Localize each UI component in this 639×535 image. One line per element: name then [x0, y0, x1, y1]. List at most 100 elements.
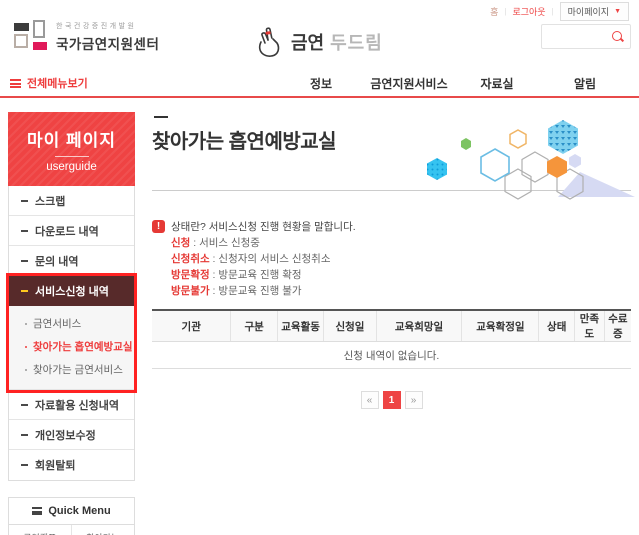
sidebar-submenu: 금연서비스 찾아가는 흡연예방교실 찾아가는 금연서비스	[9, 306, 134, 390]
highlight-annotation-box: 서비스신청 내역 금연서비스 찾아가는 흡연예방교실 찾아가는 금연서비스	[6, 273, 137, 393]
pagination-next-button[interactable]: »	[404, 391, 423, 409]
bullet-icon	[25, 368, 27, 371]
legend-item: 신청 : 서비스 신청중	[171, 235, 631, 251]
sidebar-item-edit-profile[interactable]: 개인정보수정	[9, 420, 134, 450]
hamburger-icon	[10, 78, 21, 88]
sidebar-menu: 스크랩 다운로드 내역 문의 내역 서비스신청 내역 금연서비스 찾아가는 흡연…	[6, 186, 137, 481]
search-icon[interactable]	[611, 30, 625, 44]
legend-intro-row: ! 상태란? 서비스신청 진행 현황을 말합니다.	[152, 219, 631, 235]
table-header-row: 기관 구분 교육활동 신청일 교육희망일 교육확정일 상태 만족도 수료증	[152, 310, 631, 342]
submenu-item-visiting-cessation-service[interactable]: 찾아가는 금연서비스	[9, 358, 134, 381]
divider: |	[504, 6, 507, 16]
col-certificate: 수료증	[603, 310, 631, 342]
page-title: 찾아가는 흡연예방교실	[152, 131, 337, 153]
sidebar-item-label: 문의 내역	[35, 255, 79, 268]
header: 한국건강증진개발원 국가금연지원센터 금연 두드림	[0, 18, 639, 68]
sidebar: 마이 페이지 userguide 스크랩 다운로드 내역 문의 내역 서비스신청…	[6, 112, 137, 535]
quick-item-visiting-service[interactable]: 찾아가는 금연서비스	[72, 525, 135, 535]
dash-icon	[21, 433, 28, 436]
legend-item: 방문확정 : 방문교육 진행 확정	[171, 267, 631, 283]
sidebar-item-scrap[interactable]: 스크랩	[9, 186, 134, 216]
brand-strong: 금연	[291, 33, 325, 53]
legend-item: 신청취소 : 신청자의 서비스 신청취소	[171, 251, 631, 267]
submenu-item-cessation-service[interactable]: 금연서비스	[9, 312, 134, 335]
submenu-item-label: 금연서비스	[33, 318, 82, 330]
col-preferred-date: 교육희망일	[375, 310, 462, 342]
chevron-down-icon: ▼	[614, 7, 621, 15]
main-content: 찾아가는 흡연예방교실 ! 상태란? 서비스신청 진행 현황을 말합니다. 신청…	[152, 112, 635, 535]
sidebar-title: 마이 페이지	[27, 131, 116, 150]
legend-term: 신청	[171, 237, 191, 249]
org-logo[interactable]: 한국건강증진개발원 국가금연지원센터	[14, 20, 159, 54]
legend-items: 신청 : 서비스 신청중 신청취소 : 신청자의 서비스 신청취소 방문확정 :…	[171, 235, 631, 299]
org-name: 국가금연지원센터	[56, 37, 160, 52]
legend-item: 방문불가 : 방문교육 진행 불가	[171, 283, 631, 299]
col-activity: 교육활동	[276, 310, 324, 342]
legend-term: 신청취소	[171, 253, 210, 265]
legend-sep: :	[190, 237, 200, 249]
sidebar-item-withdraw[interactable]: 회원탈퇴	[9, 450, 134, 480]
org-logo-icon	[14, 20, 48, 54]
request-list-table: 기관 구분 교육활동 신청일 교육희망일 교육확정일 상태 만족도 수료증 신청…	[152, 309, 631, 369]
divider	[54, 156, 89, 157]
sidebar-item-downloads[interactable]: 다운로드 내역	[9, 216, 134, 246]
legend-desc: 방문교육 진행 불가	[218, 285, 302, 297]
bullet-icon	[25, 322, 27, 325]
dash-icon	[21, 403, 28, 406]
nav-item-archive[interactable]: 자료실	[453, 75, 541, 92]
org-logo-text: 한국건강증진개발원 국가금연지원센터	[56, 21, 159, 53]
status-legend: ! 상태란? 서비스신청 진행 현황을 말합니다. 신청 : 서비스 신청중 신…	[152, 219, 631, 299]
search-input[interactable]	[542, 26, 611, 47]
nav-item-info[interactable]: 정보	[277, 75, 365, 92]
sidebar-item-material-requests[interactable]: 자료활용 신청내역	[9, 390, 134, 420]
table-empty-row: 신청 내역이 없습니다.	[152, 341, 631, 369]
page-title-block: 찾아가는 흡연예방교실	[152, 116, 635, 200]
logout-link[interactable]: 로그아웃	[512, 5, 545, 18]
dash-icon	[21, 289, 28, 292]
content: 마이 페이지 userguide 스크랩 다운로드 내역 문의 내역 서비스신청…	[0, 98, 639, 535]
dash-icon	[21, 259, 28, 262]
legend-desc: 서비스 신청중	[199, 237, 260, 249]
all-menu-button[interactable]: 전체메뉴보기	[10, 75, 88, 91]
quick-item-camp[interactable]: 금연캠프 (치료/일반)	[9, 525, 72, 535]
sidebar-item-label: 회원탈퇴	[35, 460, 76, 472]
nav-items: 정보 금연지원서비스 자료실 알림	[277, 75, 629, 92]
alert-icon: !	[152, 220, 165, 233]
sidebar-item-inquiries[interactable]: 문의 내역	[9, 246, 134, 276]
brand-light: 두드림	[330, 33, 383, 53]
legend-term: 방문확정	[171, 269, 210, 281]
sidebar-item-label: 서비스신청 내역	[35, 285, 109, 298]
submenu-item-label: 찾아가는 흡연예방교실	[33, 341, 133, 353]
legend-desc: 신청자의 서비스 신청취소	[218, 253, 331, 265]
col-category: 구분	[230, 310, 278, 342]
all-menu-label: 전체메뉴보기	[27, 78, 88, 90]
dash-icon	[21, 199, 28, 202]
pagination: « 1 »	[152, 391, 631, 409]
submenu-item-smoking-prevention-class[interactable]: 찾아가는 흡연예방교실	[9, 335, 134, 358]
sidebar-item-label: 자료활용 신청내역	[35, 399, 120, 412]
search-box	[541, 24, 631, 49]
sidebar-item-service-requests[interactable]: 서비스신청 내역	[9, 276, 134, 306]
quick-menu-header: Quick Menu	[9, 498, 134, 525]
nav-item-notice[interactable]: 알림	[541, 75, 629, 92]
sidebar-subtitle: userguide	[46, 161, 97, 173]
pagination-prev-button[interactable]: «	[360, 391, 379, 409]
nav-item-services[interactable]: 금연지원서비스	[365, 75, 453, 92]
col-request-date: 신청일	[323, 310, 377, 342]
submenu-item-label: 찾아가는 금연서비스	[33, 364, 123, 376]
utility-bar: 홈 | 로그아웃 | 마이페이지 ▼	[0, 0, 639, 21]
legend-intro: 상태란? 서비스신청 진행 현황을 말합니다.	[171, 221, 356, 233]
hand-knock-icon	[258, 27, 280, 57]
pagination-page-1[interactable]: 1	[382, 391, 401, 409]
quick-menu-grid: 금연캠프 (치료/일반) 찾아가는 금연서비스 찾아가는 흡연예방교실 자료활용…	[9, 525, 134, 535]
dash-icon	[21, 229, 28, 232]
home-link[interactable]: 홈	[490, 5, 498, 18]
quick-menu: Quick Menu 금연캠프 (치료/일반) 찾아가는 금연서비스 찾아가는 …	[8, 497, 135, 535]
service-logo[interactable]: 금연 두드림	[255, 26, 383, 58]
menu-icon	[32, 507, 43, 515]
legend-desc: 방문교육 진행 확정	[218, 269, 302, 281]
title-dash	[154, 116, 168, 118]
col-institution: 기관	[152, 310, 231, 342]
global-nav: 전체메뉴보기 정보 금연지원서비스 자료실 알림	[0, 70, 639, 98]
page: 홈 | 로그아웃 | 마이페이지 ▼ 한국건강증진개발원 국가금연지원센터 금연…	[0, 0, 639, 535]
